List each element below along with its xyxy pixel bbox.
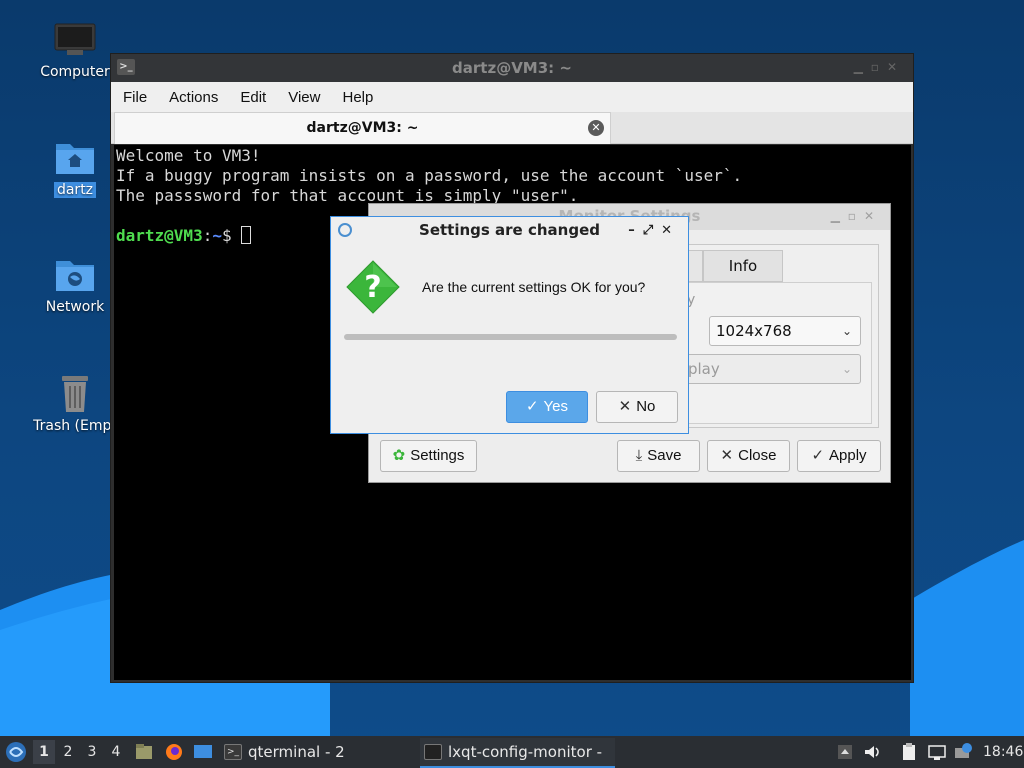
button-label: Yes <box>543 398 569 415</box>
terminal-titlebar[interactable]: >_ dartz@VM3: ~ ▁▫✕ <box>111 54 913 82</box>
desktop-icon-network[interactable]: Network <box>30 255 120 315</box>
file-manager-icon[interactable] <box>134 742 154 762</box>
terminal-tab-label: dartz@VM3: ~ <box>306 120 419 136</box>
window-controls: ▁▫✕ <box>854 60 905 74</box>
dialog-timeout-progress <box>344 334 677 340</box>
desktop-icon-label: Trash (Empt <box>33 418 117 434</box>
workspace-4[interactable]: 4 <box>105 740 127 764</box>
workspace-1[interactable]: 1 <box>33 740 55 764</box>
taskbar: 1 2 3 4 >_ qterminal - 2 windows lxqt-co… <box>0 736 1024 768</box>
terminal-tab[interactable]: dartz@VM3: ~ ✕ <box>114 112 611 144</box>
yes-button[interactable]: ✓ Yes <box>506 391 588 423</box>
desktop-icon-label: dartz <box>53 182 97 198</box>
apply-button[interactable]: ✓ Apply <box>797 440 881 472</box>
close-icon[interactable]: ✕ <box>864 209 882 223</box>
minimize-icon[interactable]: ▁ <box>854 60 871 74</box>
close-icon[interactable]: ✕ <box>887 60 905 74</box>
monitor-icon <box>424 744 442 760</box>
terminal-line: Welcome to VM3! <box>116 146 261 165</box>
close-button[interactable]: ✕ Close <box>707 440 790 472</box>
settings-icon: ✿ <box>392 447 406 464</box>
tab-close-icon[interactable]: ✕ <box>588 120 604 136</box>
terminal-cursor <box>241 226 252 244</box>
home-folder-icon <box>56 144 94 174</box>
menu-help[interactable]: Help <box>342 89 373 106</box>
question-icon: ? <box>346 260 400 314</box>
menu-file[interactable]: File <box>123 89 147 106</box>
checkmark-icon: ✓ <box>811 447 825 464</box>
network-icon[interactable] <box>927 742 947 762</box>
settings-changed-dialog: Settings are changed –⤢✕ ? Are the curre… <box>330 216 689 434</box>
terminal-title: dartz@VM3: ~ <box>452 59 572 77</box>
prompt-path: ~ <box>212 226 222 245</box>
maximize-icon[interactable]: ⤢ <box>643 223 661 238</box>
maximize-icon[interactable]: ▫ <box>848 209 864 223</box>
prompt-symbol: $ <box>221 226 242 245</box>
tab-label: Info <box>728 257 758 275</box>
save-button[interactable]: ⤓ Save <box>617 440 700 472</box>
task-label: qterminal - 2 windows <box>248 743 345 761</box>
settings-button[interactable]: ✿ Settings <box>380 440 477 472</box>
volume-icon[interactable] <box>862 742 882 762</box>
window-controls: ▁▫✕ <box>831 204 882 228</box>
close-icon: ✕ <box>720 447 734 464</box>
no-button[interactable]: ✕ No <box>596 391 678 423</box>
chevron-down-icon: ⌄ <box>841 362 852 376</box>
minimize-icon[interactable]: – <box>628 223 643 238</box>
window-controls: –⤢✕ <box>628 217 680 244</box>
workspace-3[interactable]: 3 <box>81 740 103 764</box>
clock[interactable]: 18:46 <box>983 736 1023 768</box>
button-label: No <box>636 398 656 415</box>
terminal-tabbar: dartz@VM3: ~ ✕ <box>111 112 913 144</box>
clipboard-icon[interactable] <box>899 742 919 762</box>
update-notifier-icon[interactable] <box>953 742 973 762</box>
computer-icon <box>54 23 96 55</box>
dialog-title: Settings are changed <box>419 221 600 239</box>
menu-view[interactable]: View <box>288 89 320 106</box>
resolution-select[interactable]: 1024x768 ⌄ <box>709 316 861 346</box>
close-icon: ✕ <box>618 398 632 415</box>
minimize-icon[interactable]: ▁ <box>831 209 848 223</box>
firefox-icon[interactable] <box>164 742 184 762</box>
save-icon: ⤓ <box>635 447 643 464</box>
desktop-icon-label: Computer <box>40 64 110 80</box>
chevron-down-icon: ⌄ <box>841 324 852 338</box>
task-lxqt-config-monitor[interactable]: lxqt-config-monitor - ... <box>420 738 615 768</box>
close-icon[interactable]: ✕ <box>661 223 680 238</box>
dialog-titlebar[interactable]: Settings are changed –⤢✕ <box>331 217 688 244</box>
task-qterminal[interactable]: >_ qterminal - 2 windows <box>220 738 410 768</box>
display-select[interactable]: isplay ⌄ <box>669 354 861 384</box>
button-label: Close <box>738 447 777 464</box>
checkmark-icon: ✓ <box>525 398 539 415</box>
button-label: Settings <box>410 447 465 464</box>
desktop-icon-computer[interactable]: Computer <box>30 20 120 80</box>
workspace-2[interactable]: 2 <box>57 740 79 764</box>
prompt-colon: : <box>202 226 213 245</box>
resolution-value: 1024x768 <box>716 322 792 340</box>
prompt-user: dartz@VM3 <box>116 226 203 245</box>
button-label: Save <box>647 447 682 464</box>
terminal-line: If a buggy program insists on a password… <box>116 166 743 185</box>
show-desktop-icon[interactable] <box>193 742 213 762</box>
desktop-icon-home[interactable]: dartz <box>30 138 120 198</box>
button-label: Apply <box>829 447 867 464</box>
dialog-app-icon <box>338 223 352 237</box>
app-menu-icon[interactable] <box>5 741 27 763</box>
trash-icon <box>62 376 88 412</box>
tab-info[interactable]: Info <box>703 250 783 282</box>
terminal-icon: >_ <box>224 744 242 760</box>
dialog-message: Are the current settings OK for you? <box>422 279 646 295</box>
menu-edit[interactable]: Edit <box>240 89 266 106</box>
network-folder-icon <box>56 261 94 291</box>
desktop-icon-label: Network <box>45 299 105 315</box>
tray-arrow-icon[interactable] <box>835 742 855 762</box>
task-label: lxqt-config-monitor - ... <box>448 743 603 761</box>
menu-actions[interactable]: Actions <box>169 89 218 106</box>
desktop-icon-trash[interactable]: Trash (Empt <box>30 372 120 434</box>
terminal-menubar: File Actions Edit View Help <box>111 82 913 112</box>
maximize-icon[interactable]: ▫ <box>871 60 887 74</box>
svg-text:?: ? <box>364 270 381 305</box>
